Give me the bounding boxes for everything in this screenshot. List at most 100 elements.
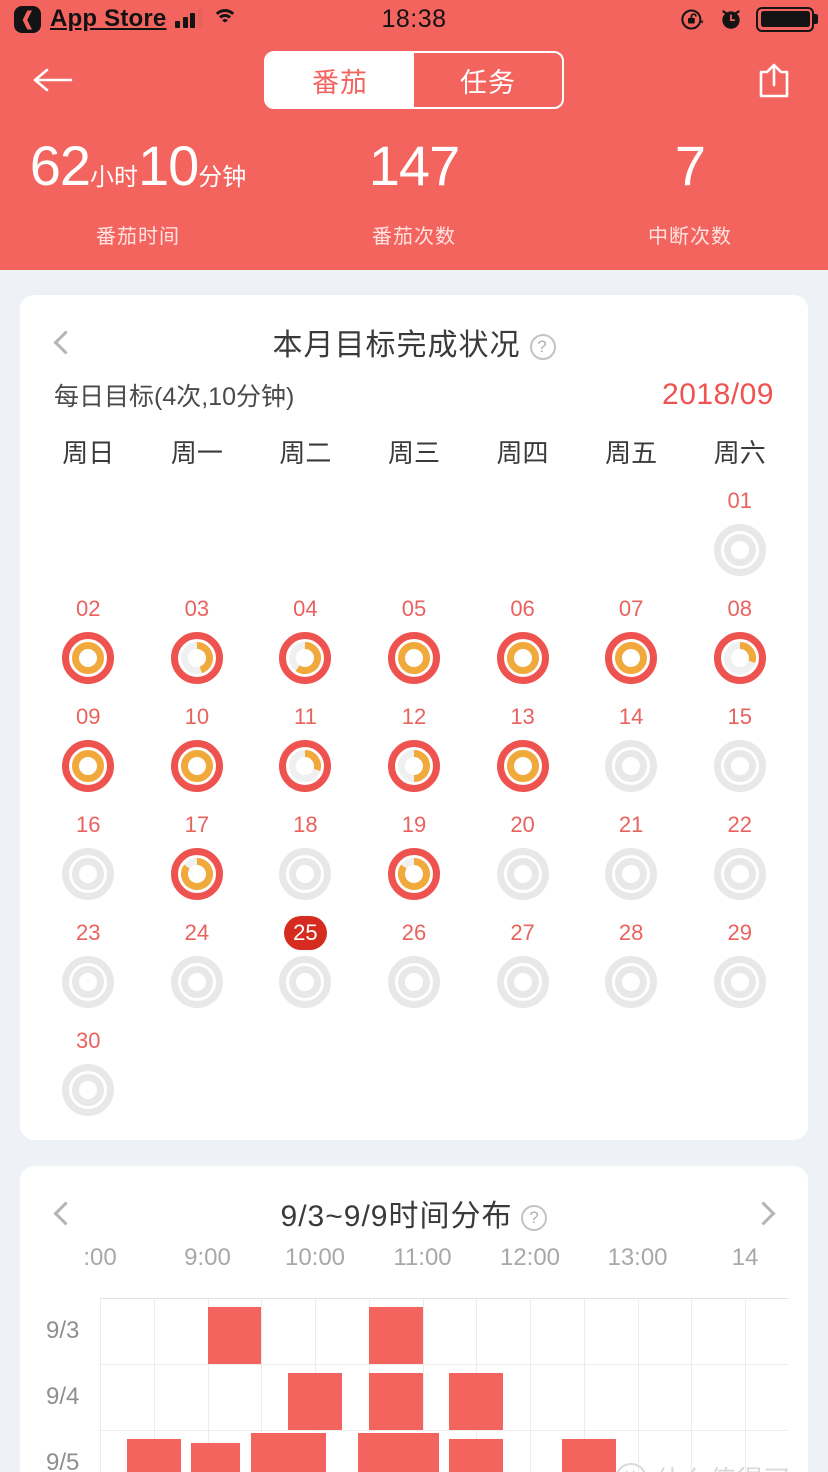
calendar-day-number: 08 — [727, 596, 752, 621]
calendar-day-15[interactable]: 15 — [685, 700, 794, 794]
share-button[interactable] — [746, 52, 802, 108]
calendar-day-14[interactable]: 14 — [577, 700, 686, 794]
chart-grid — [100, 1288, 788, 1472]
calendar-day-empty — [468, 1024, 577, 1118]
calendar-day-progress-ring — [712, 738, 768, 794]
calendar-day-progress-ring — [277, 846, 333, 902]
calendar-day-number: 22 — [727, 812, 752, 837]
calendar-day-10[interactable]: 10 — [143, 700, 252, 794]
calendar-day-28[interactable]: 28 — [577, 916, 686, 1010]
weekday-fri: 周五 — [605, 438, 658, 468]
distribution-title: 9/3~9/9时间分布? — [281, 1191, 548, 1235]
daily-goal-text: 每日目标(4次,10分钟) — [54, 383, 295, 411]
back-button[interactable] — [26, 52, 82, 108]
calendar-week-row: 01 — [34, 484, 794, 578]
weekday-thu: 周四 — [496, 438, 549, 468]
stat-interrupt-count: 7 中断次数 — [552, 138, 828, 249]
stat-label-pomodoro-count: 番茄次数 — [372, 226, 456, 248]
calendar-day-progress-ring — [386, 954, 442, 1010]
stat-unit-hours: 小时 — [90, 164, 138, 191]
calendar-day-08[interactable]: 08 — [685, 592, 794, 686]
chart-time-block — [368, 1372, 423, 1430]
calendar-day-progress-ring — [386, 630, 442, 686]
share-icon — [759, 63, 789, 98]
calendar-day-progress-ring — [712, 954, 768, 1010]
chart-gridline-horizontal — [100, 1430, 788, 1431]
calendar-day-progress-ring — [386, 738, 442, 794]
segment-task[interactable]: 任务 — [414, 53, 562, 107]
distribution-chart: :00 9:00 10:00 11:00 12:00 13:00 14 9/3 9/4 9/5 9… — [20, 1244, 808, 1472]
calendar-day-29[interactable]: 29 — [685, 916, 794, 1010]
calendar-day-12[interactable]: 12 — [360, 700, 469, 794]
chart-x-axis: :00 9:00 10:00 11:00 12:00 13:00 14 — [20, 1244, 808, 1284]
calendar-day-number: 21 — [618, 812, 644, 837]
calendar-day-number: 19 — [401, 812, 427, 837]
calendar-day-23[interactable]: 23 — [34, 916, 143, 1010]
calendar-day-24[interactable]: 24 — [143, 916, 252, 1010]
calendar-day-19[interactable]: 19 — [360, 808, 469, 902]
goal-row: 每日目标(4次,10分钟) 2018/09 — [20, 371, 808, 413]
chart-gridline-vertical — [745, 1298, 746, 1472]
arrow-left-icon — [33, 68, 73, 92]
calendar-day-21[interactable]: 21 — [577, 808, 686, 902]
calendar-day-11[interactable]: 11 — [251, 700, 360, 794]
segmented-control[interactable]: 番茄 任务 — [264, 51, 564, 109]
help-icon[interactable]: ? — [521, 1205, 548, 1231]
rotation-lock-icon — [681, 8, 704, 30]
calendar-day-17[interactable]: 17 — [143, 808, 252, 902]
calendar-day-number: 11 — [294, 704, 317, 729]
calendar-day-number: 30 — [76, 1028, 101, 1053]
chart-x-tick: 12:00 — [499, 1244, 561, 1271]
calendar-day-04[interactable]: 04 — [251, 592, 360, 686]
status-bar-back-label[interactable]: App Store — [50, 5, 166, 33]
calendar-day-25[interactable]: 25 — [251, 916, 360, 1010]
calendar-day-number: 09 — [76, 704, 101, 729]
calendar-prev-button[interactable] — [42, 319, 88, 365]
stat-unit-minutes: 分钟 — [198, 164, 247, 191]
calendar-day-22[interactable]: 22 — [685, 808, 794, 902]
app-header: ❰ App Store 18:38 番茄 任务 62 小时 10 分钟 番茄时间… — [0, 0, 828, 270]
calendar-day-26[interactable]: 26 — [360, 916, 469, 1010]
calendar-day-07[interactable]: 07 — [577, 592, 686, 686]
calendar-day-05[interactable]: 05 — [360, 592, 469, 686]
calendar-day-empty — [468, 484, 577, 578]
calendar-month-label[interactable]: 2018/09 — [662, 378, 774, 412]
calendar-week-row: 09 10 11 12 13 14 15 — [34, 700, 794, 794]
calendar-day-03[interactable]: 03 — [143, 592, 252, 686]
calendar-day-18[interactable]: 18 — [251, 808, 360, 902]
chart-x-tick: 11:00 — [393, 1244, 452, 1271]
calendar-day-30[interactable]: 30 — [34, 1024, 143, 1118]
calendar-week-row: 16 17 18 19 20 21 22 — [34, 808, 794, 902]
calendar-day-number: 16 — [76, 812, 101, 837]
calendar-day-empty — [360, 1024, 469, 1118]
calendar-day-16[interactable]: 16 — [34, 808, 143, 902]
calendar-day-number: 04 — [293, 596, 318, 621]
distribution-prev-button[interactable] — [42, 1190, 88, 1236]
calendar-day-progress-ring — [277, 630, 333, 686]
stat-value-interrupts: 7 — [674, 134, 706, 197]
calendar-day-02[interactable]: 02 — [34, 592, 143, 686]
segment-pomodoro[interactable]: 番茄 — [266, 53, 414, 107]
status-bar-clock: 18:38 — [381, 4, 447, 33]
calendar-day-number: 17 — [184, 812, 210, 837]
wifi-icon — [211, 9, 238, 29]
chevron-left-icon[interactable]: ❰ — [14, 5, 41, 33]
calendar-day-06[interactable]: 06 — [468, 592, 577, 686]
battery-full-icon — [756, 6, 814, 32]
stat-value-minutes: 10 — [138, 134, 199, 197]
help-icon[interactable]: ? — [529, 334, 556, 360]
calendar-day-20[interactable]: 20 — [468, 808, 577, 902]
distribution-next-button[interactable] — [740, 1190, 786, 1236]
calendar-day-27[interactable]: 27 — [468, 916, 577, 1010]
calendar-day-empty — [577, 1024, 686, 1118]
calendar-day-13[interactable]: 13 — [468, 700, 577, 794]
calendar-day-number: 03 — [184, 596, 210, 621]
calendar-day-progress-ring — [603, 630, 659, 686]
calendar-day-progress-ring — [169, 846, 225, 902]
calendar-day-number: 14 — [618, 704, 644, 729]
stats-row: 62 小时 10 分钟 番茄时间 147 番茄次数 7 中断次数 — [0, 122, 828, 249]
calendar-day-empty — [251, 1024, 360, 1118]
calendar-day-09[interactable]: 09 — [34, 700, 143, 794]
calendar-day-01[interactable]: 01 — [685, 484, 794, 578]
nav-bar: 番茄 任务 — [0, 38, 828, 122]
